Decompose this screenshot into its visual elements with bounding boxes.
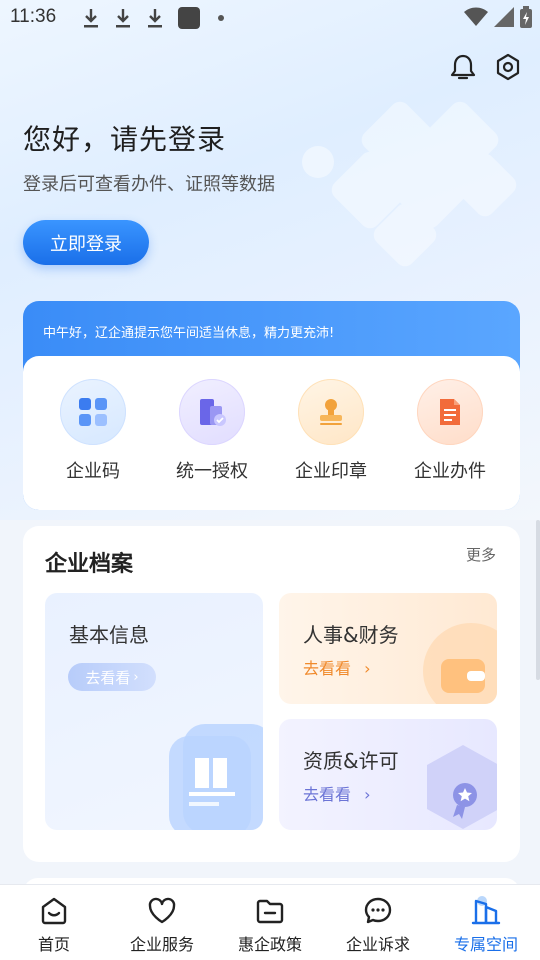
tile-view-link[interactable]: 去看看 › bbox=[68, 663, 156, 691]
quick-action-seal[interactable]: 企业印章 bbox=[281, 379, 381, 483]
wallet-icon bbox=[423, 623, 497, 704]
decorative-diamonds bbox=[302, 101, 517, 267]
quick-action-authorization[interactable]: 统一授权 bbox=[162, 379, 262, 483]
archive-tile-basic-info[interactable]: 基本信息 去看看 › bbox=[45, 593, 263, 830]
greeting-title: 您好，请先登录 bbox=[23, 123, 227, 156]
nav-item-exclusive-space[interactable]: 专属空间 bbox=[436, 895, 536, 955]
quick-action-label: 统一授权 bbox=[176, 461, 248, 482]
tile-title: 资质&许可 bbox=[303, 749, 399, 773]
document-icon bbox=[417, 379, 483, 445]
bell-icon[interactable] bbox=[448, 52, 478, 82]
enterprise-code-icon bbox=[60, 379, 126, 445]
home-icon bbox=[41, 897, 67, 925]
status-bar: 11:36 bbox=[0, 0, 540, 36]
nav-label: 首页 bbox=[37, 935, 70, 954]
greeting-subtitle: 登录后可查看办件、证照等数据 bbox=[23, 174, 275, 195]
tile-link-label: 去看看 bbox=[85, 668, 131, 687]
tile-title: 基本信息 bbox=[69, 623, 149, 647]
building-icon bbox=[169, 724, 263, 830]
tile-title: 人事&财务 bbox=[303, 623, 399, 647]
download-icon bbox=[148, 9, 162, 28]
chevron-right-icon: › bbox=[364, 659, 371, 678]
quick-action-label: 企业办件 bbox=[414, 461, 486, 482]
chevron-right-icon: › bbox=[133, 669, 139, 685]
download-icon bbox=[84, 9, 98, 28]
nav-label: 专属空间 bbox=[453, 935, 518, 954]
nav-item-policy[interactable]: 惠企政策 bbox=[220, 895, 320, 955]
wifi-icon bbox=[464, 7, 488, 26]
status-time: 11:36 bbox=[10, 6, 57, 27]
bottom-navigation: 首页 企业服务 惠企政策 企业诉求 专属空间 bbox=[0, 884, 540, 960]
folder-icon bbox=[256, 899, 284, 924]
app-square-icon bbox=[178, 7, 200, 29]
tile-link-label: 去看看 bbox=[303, 659, 352, 678]
quick-action-label: 企业印章 bbox=[295, 461, 367, 482]
tile-view-link[interactable]: 去看看 › bbox=[303, 655, 371, 679]
tile-view-link[interactable]: 去看看 › bbox=[303, 781, 371, 805]
tile-link-label: 去看看 bbox=[303, 785, 352, 804]
archive-tile-hr-finance[interactable]: 人事&财务 去看看 › bbox=[279, 593, 497, 704]
archive-more-link[interactable]: 更多 bbox=[466, 544, 496, 565]
nav-item-home[interactable]: 首页 bbox=[4, 895, 104, 955]
buildings-icon bbox=[471, 896, 501, 925]
dot-icon bbox=[218, 15, 224, 21]
nav-label: 企业服务 bbox=[129, 935, 194, 954]
scrollbar[interactable] bbox=[536, 520, 540, 680]
download-icon bbox=[116, 9, 130, 28]
chevron-right-icon: › bbox=[364, 785, 371, 804]
settings-icon[interactable] bbox=[493, 52, 523, 82]
authorization-icon bbox=[179, 379, 245, 445]
archive-title: 企业档案 bbox=[45, 552, 134, 577]
enterprise-archive-card: 企业档案 更多 基本信息 去看看 › 人事&财务 去看看 › 资质&许可 去看看… bbox=[23, 526, 520, 862]
nav-item-enterprise-service[interactable]: 企业服务 bbox=[112, 895, 212, 955]
quick-action-document[interactable]: 企业办件 bbox=[400, 379, 500, 483]
chat-icon bbox=[364, 897, 392, 924]
tip-card: 中午好，辽企通提示您午间适当休息，精力更充沛! 企业码 统一授权 企业印章 企业… bbox=[23, 301, 520, 510]
quick-actions-panel: 企业码 统一授权 企业印章 企业办件 bbox=[23, 356, 520, 510]
heart-icon bbox=[148, 897, 176, 924]
quick-action-label: 企业码 bbox=[66, 461, 120, 482]
seal-icon bbox=[298, 379, 364, 445]
nav-item-appeal[interactable]: 企业诉求 bbox=[328, 895, 428, 955]
battery-charging-icon bbox=[520, 6, 532, 28]
archive-tile-qualification[interactable]: 资质&许可 去看看 › bbox=[279, 719, 497, 830]
nav-label: 惠企政策 bbox=[237, 935, 302, 954]
certificate-icon bbox=[427, 745, 497, 829]
tip-text: 中午好，辽企通提示您午间适当休息，精力更充沛! bbox=[43, 326, 335, 341]
quick-action-enterprise-code[interactable]: 企业码 bbox=[43, 379, 143, 483]
nav-label: 企业诉求 bbox=[345, 935, 410, 954]
login-button[interactable]: 立即登录 bbox=[23, 220, 149, 265]
signal-icon bbox=[494, 7, 514, 27]
